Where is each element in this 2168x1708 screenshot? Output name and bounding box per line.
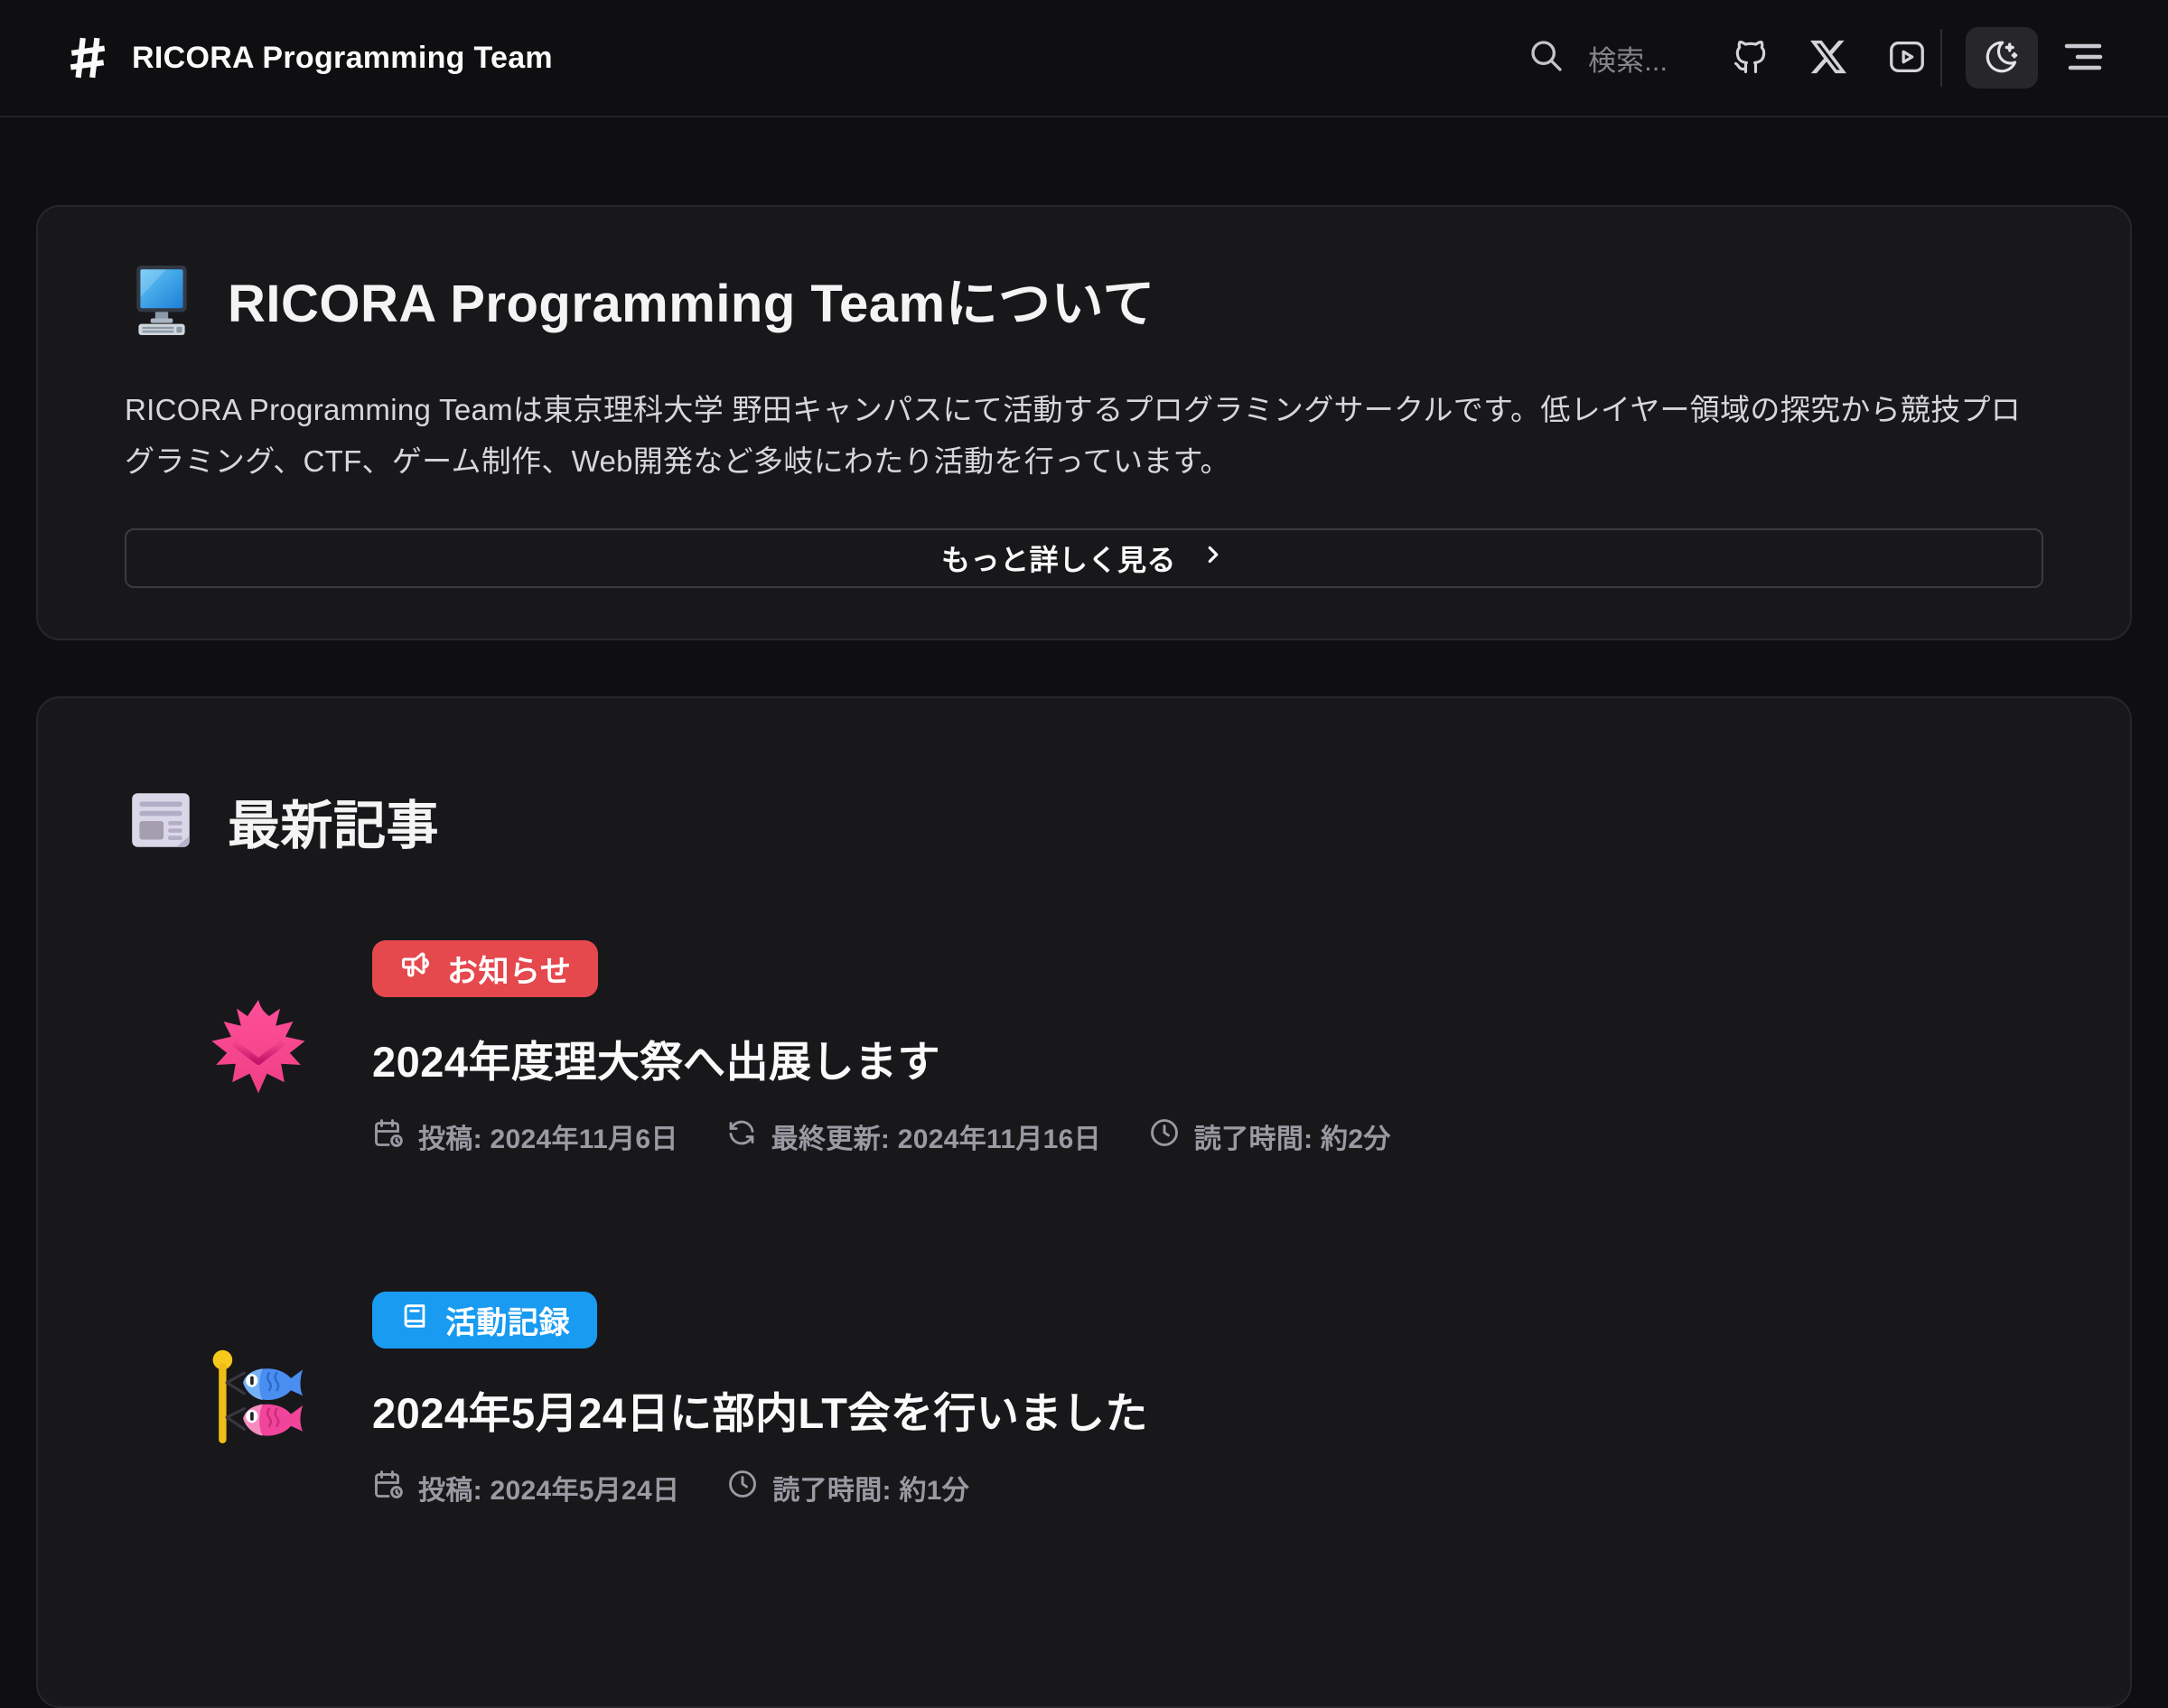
carp-streamer-emoji [204, 1346, 313, 1454]
latest-title: 最新記事 [228, 783, 439, 859]
search-input[interactable]: 検索... [1528, 38, 1668, 79]
x-twitter-icon [1810, 39, 1846, 78]
clock-icon [1148, 1116, 1181, 1156]
theme-toggle-button[interactable] [1966, 27, 2038, 89]
article-list: お知らせ 2024年度理大祭へ出展します [125, 940, 2043, 1507]
menu-icon [2061, 37, 2105, 79]
read-time: 読了時間: 約1分 [726, 1468, 969, 1507]
navbar-divider [1940, 29, 1942, 87]
calendar-icon [372, 1468, 405, 1507]
x-twitter-link[interactable] [1810, 39, 1846, 78]
read-time: 読了時間: 約2分 [1148, 1116, 1391, 1156]
about-title: RICORA Programming Teamについて [228, 261, 1155, 337]
article-meta: 投稿: 2024年11月6日 最終更新: 2024年11月16日 [372, 1116, 1391, 1156]
category-badge-activity[interactable]: 活動記録 [372, 1292, 597, 1349]
article-title-link[interactable]: 2024年5月24日に部内LT会を行いました [372, 1378, 1148, 1441]
clock-icon [726, 1468, 759, 1507]
desktop-computer-emoji [125, 262, 199, 336]
badge-label: お知らせ [447, 947, 571, 991]
posted-date: 投稿: 2024年5月24日 [372, 1468, 679, 1507]
badge-label: 活動記録 [445, 1298, 570, 1342]
main-content: RICORA Programming Teamについて RICORA Progr… [0, 205, 2168, 1708]
refresh-icon [725, 1116, 758, 1156]
posted-date: 投稿: 2024年11月6日 [372, 1116, 678, 1156]
updated-date: 最終更新: 2024年11月16日 [725, 1116, 1101, 1156]
read-more-button[interactable]: もっと詳しく見る [125, 528, 2043, 588]
github-icon [1731, 37, 1771, 79]
article-body: 活動記録 2024年5月24日に部内LT会を行いました [372, 1292, 1148, 1507]
newspaper-emoji [125, 784, 199, 858]
site-brand[interactable]: RICORA Programming Team [65, 34, 553, 81]
maple-leaf-emoji [204, 994, 313, 1103]
sharp-logo-icon [65, 34, 110, 81]
site-title: RICORA Programming Team [132, 41, 553, 76]
article-body: お知らせ 2024年度理大祭へ出展します [372, 940, 1391, 1156]
megaphone-icon [399, 948, 432, 989]
article-item: お知らせ 2024年度理大祭へ出展します [125, 940, 2043, 1156]
chevron-right-icon [1200, 541, 1227, 575]
search-placeholder: 検索... [1588, 38, 1668, 79]
article-title-link[interactable]: 2024年度理大祭へ出展します [372, 1027, 940, 1089]
youtube-icon [1886, 36, 1928, 80]
calendar-icon [372, 1116, 405, 1156]
about-card-header: RICORA Programming Teamについて [125, 261, 2043, 337]
moon-stars-icon [1983, 38, 2021, 79]
search-icon [1528, 38, 1565, 79]
hamburger-menu-button[interactable] [2061, 37, 2105, 79]
book-icon [399, 1301, 430, 1339]
article-item: 活動記録 2024年5月24日に部内LT会を行いました [125, 1292, 2043, 1507]
youtube-link[interactable] [1886, 36, 1928, 80]
category-badge-news[interactable]: お知らせ [372, 940, 598, 997]
about-description: RICORA Programming Teamは東京理科大学 野田キャンパスにて… [125, 384, 2043, 487]
navbar-actions: 検索... [1528, 27, 2105, 89]
navbar: RICORA Programming Team 検索... [0, 0, 2168, 117]
article-meta: 投稿: 2024年5月24日 読了時間: 約1分 [372, 1468, 969, 1507]
latest-card-header: 最新記事 [125, 783, 2043, 859]
about-card: RICORA Programming Teamについて RICORA Progr… [36, 205, 2132, 640]
github-link[interactable] [1731, 37, 1771, 79]
latest-articles-card: 最新記事 [36, 696, 2132, 1708]
read-more-label: もっと詳しく見る [941, 537, 1176, 579]
